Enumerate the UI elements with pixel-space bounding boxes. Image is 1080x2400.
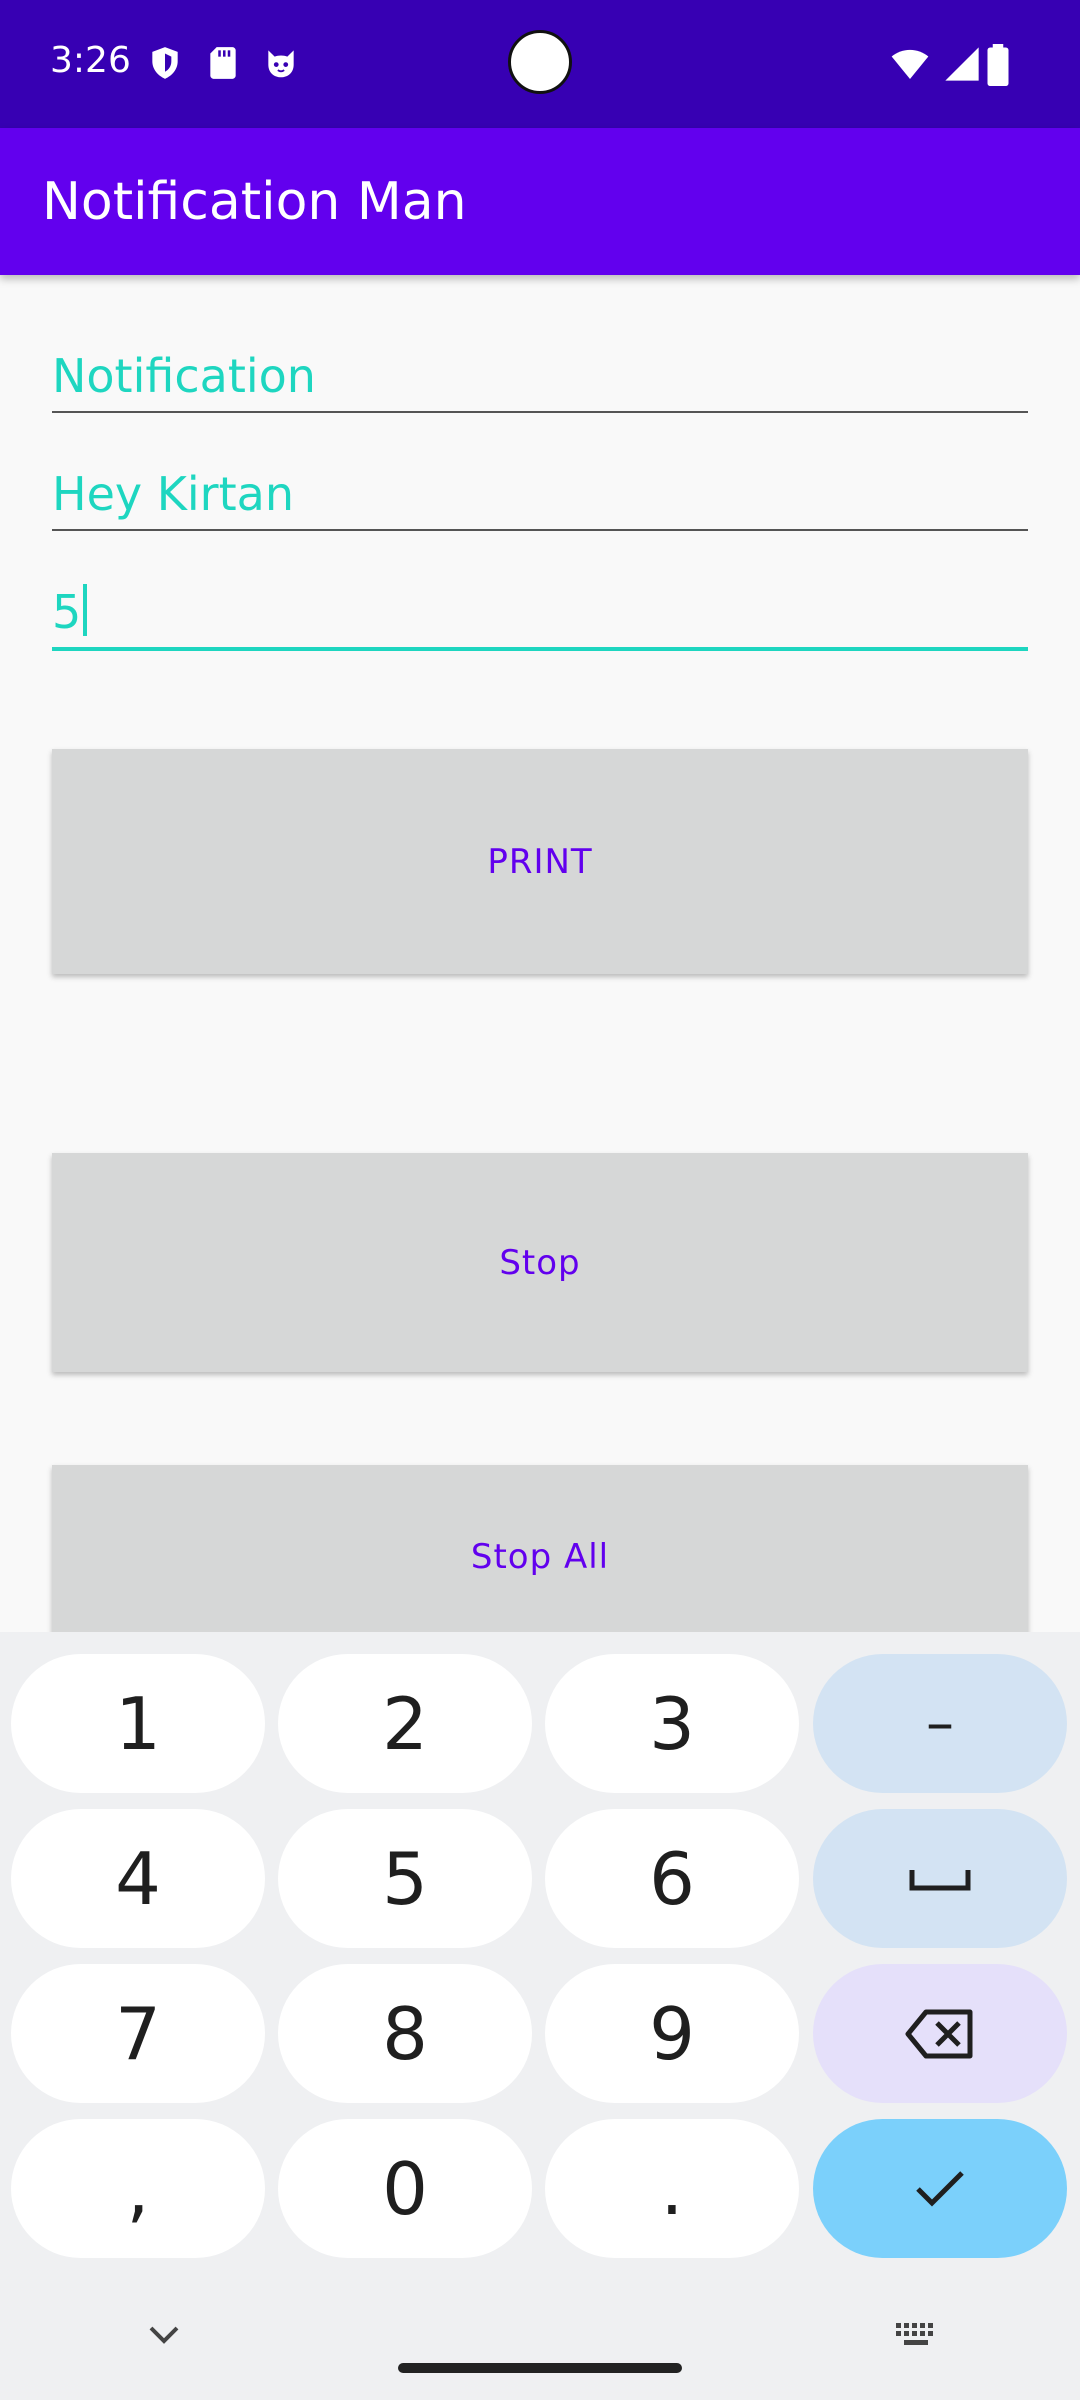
text-cursor xyxy=(83,584,88,636)
field-underline xyxy=(52,411,1028,413)
key-minus[interactable]: – xyxy=(813,1654,1067,1793)
key-8[interactable]: 8 xyxy=(278,1964,532,2103)
notification-title-value: Notification xyxy=(52,349,316,403)
key-5[interactable]: 5 xyxy=(278,1809,532,1948)
key-0[interactable]: 0 xyxy=(278,2119,532,2258)
space-icon xyxy=(909,1869,971,1890)
key-period[interactable]: . xyxy=(545,2119,799,2258)
key-1[interactable]: 1 xyxy=(11,1654,265,1793)
numeric-keyboard: 1 2 3 – 4 5 6 7 8 9 , 0 . xyxy=(0,1632,1080,2400)
key-enter[interactable] xyxy=(813,2119,1067,2258)
notification-title-field[interactable]: Notification xyxy=(52,345,1028,415)
key-space[interactable] xyxy=(813,1809,1067,1948)
key-period-label: . xyxy=(660,2146,684,2231)
signal-icon xyxy=(945,47,979,81)
key-comma[interactable]: , xyxy=(11,2119,265,2258)
front-camera xyxy=(508,30,572,94)
print-button[interactable]: PRINT xyxy=(52,749,1028,974)
status-time: 3:26 xyxy=(50,40,131,81)
notification-message-value: Hey Kirtan xyxy=(52,467,294,521)
notification-count-field[interactable]: 5 xyxy=(52,580,1028,652)
backspace-icon xyxy=(905,2009,973,2058)
cat-face-icon xyxy=(268,50,294,78)
key-2-label: 2 xyxy=(382,1681,428,1766)
key-6[interactable]: 6 xyxy=(545,1809,799,1948)
field-underline xyxy=(52,529,1028,531)
wifi-icon xyxy=(891,49,929,79)
key-0-label: 0 xyxy=(382,2146,428,2231)
app-screen: 3:26 Notification Man Notification Hey K… xyxy=(0,0,1080,2400)
app-title: Notification Man xyxy=(42,172,467,232)
key-2[interactable]: 2 xyxy=(278,1654,532,1793)
sd-card-icon xyxy=(210,47,236,79)
key-8-label: 8 xyxy=(382,1991,428,2076)
key-6-label: 6 xyxy=(649,1836,695,1921)
print-button-label: PRINT xyxy=(487,841,593,882)
stop-button-label: Stop xyxy=(499,1242,581,1283)
key-comma-label: , xyxy=(126,2146,150,2231)
key-4-label: 4 xyxy=(115,1836,161,1921)
notification-message-field[interactable]: Hey Kirtan xyxy=(52,463,1028,533)
key-9[interactable]: 9 xyxy=(545,1964,799,2103)
shield-icon xyxy=(152,47,178,79)
stop-button[interactable]: Stop xyxy=(52,1153,1028,1372)
field-underline-active xyxy=(52,647,1028,651)
hide-keyboard-chevron-icon[interactable] xyxy=(145,2322,183,2348)
status-bar: 3:26 xyxy=(0,0,1080,128)
key-9-label: 9 xyxy=(649,1991,695,2076)
key-1-label: 1 xyxy=(115,1681,161,1766)
home-gesture-bar[interactable] xyxy=(398,2363,682,2373)
key-4[interactable]: 4 xyxy=(11,1809,265,1948)
checkmark-icon xyxy=(916,2170,964,2207)
stop-all-button-label: Stop All xyxy=(470,1537,610,1577)
key-3[interactable]: 3 xyxy=(545,1654,799,1793)
notification-count-value: 5 xyxy=(52,585,82,639)
key-minus-label: – xyxy=(926,1691,954,1756)
stop-all-button[interactable]: Stop All xyxy=(52,1465,1028,1645)
app-bar: Notification Man xyxy=(0,128,1080,275)
battery-icon xyxy=(987,44,1009,86)
key-7[interactable]: 7 xyxy=(11,1964,265,2103)
key-5-label: 5 xyxy=(382,1836,428,1921)
keyboard-switch-icon[interactable] xyxy=(894,2320,940,2350)
key-3-label: 3 xyxy=(649,1681,695,1766)
key-7-label: 7 xyxy=(115,1991,161,2076)
key-backspace[interactable] xyxy=(813,1964,1067,2103)
